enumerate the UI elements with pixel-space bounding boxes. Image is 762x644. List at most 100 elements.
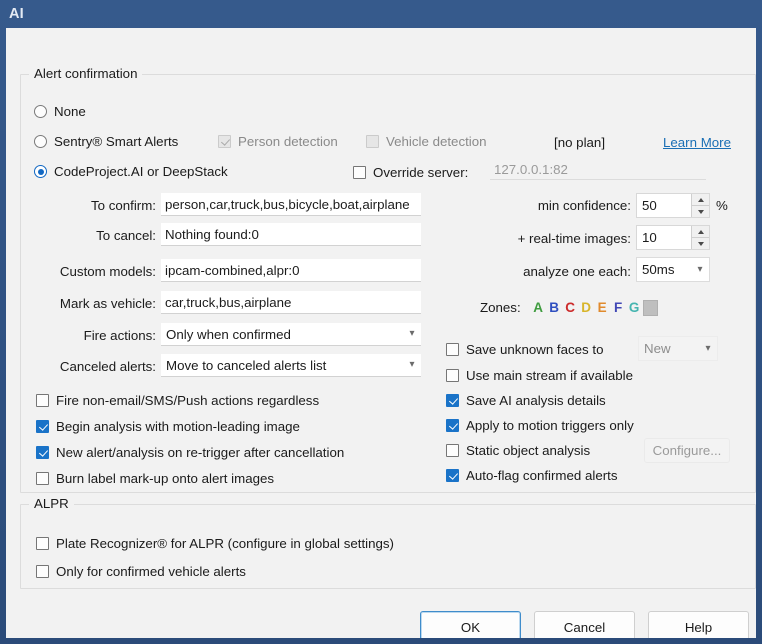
radio-sentry-smart-alerts[interactable]: Sentry® Smart Alerts	[34, 134, 178, 149]
ai-settings-window: AI Alert confirmation None Sentry® Smart…	[0, 0, 762, 644]
checkbox-fire-non-email-actions[interactable]: Fire non-email/SMS/Push actions regardle…	[36, 393, 319, 408]
zones-label: Zones:	[480, 300, 521, 315]
checkbox-plate-recognizer-label: Plate Recognizer® for ALPR (configure in…	[56, 536, 394, 551]
checkbox-vehicle-detection-box	[366, 135, 379, 148]
checkbox-apply-motion-triggers-only[interactable]: Apply to motion triggers only	[446, 418, 634, 433]
radio-codeproject-label: CodeProject.AI or DeepStack	[54, 164, 228, 179]
canceled-alerts-select[interactable]: Move to canceled alerts list ▾	[161, 354, 421, 377]
faces-folder-value: New	[644, 341, 671, 356]
caret-up-icon	[697, 197, 704, 202]
caret-down-icon	[697, 241, 704, 246]
faces-folder-select[interactable]: New ▾	[638, 336, 718, 361]
custom-models-label: Custom models:	[59, 264, 156, 279]
checkbox-plate-recognizer-box	[36, 537, 49, 550]
checkbox-burn-label-markup-box	[36, 472, 49, 485]
override-server-input[interactable]: 127.0.0.1:82	[490, 159, 706, 180]
checkbox-override-server-label: Override server:	[373, 165, 469, 180]
min-confidence-label: min confidence:	[537, 198, 631, 213]
alert-confirmation-legend: Alert confirmation	[29, 66, 143, 81]
zone-c[interactable]: C	[563, 299, 578, 316]
canceled-alerts-label: Canceled alerts:	[59, 359, 156, 374]
checkbox-new-alert-on-retrigger[interactable]: New alert/analysis on re-trigger after c…	[36, 445, 344, 460]
checkbox-static-object-analysis[interactable]: Static object analysis	[446, 443, 590, 458]
configure-button[interactable]: Configure...	[644, 438, 730, 463]
min-confidence-increment[interactable]	[692, 194, 709, 205]
zone-g[interactable]: G	[627, 299, 642, 316]
checkbox-save-unknown-faces[interactable]: Save unknown faces to	[446, 342, 604, 357]
checkbox-save-ai-analysis-details[interactable]: Save AI analysis details	[446, 393, 606, 408]
fire-actions-label: Fire actions:	[83, 328, 156, 343]
realtime-images-label: + real-time images:	[517, 231, 631, 246]
zone-f[interactable]: F	[611, 299, 626, 316]
caret-up-icon	[697, 229, 704, 234]
caret-down-icon	[697, 209, 704, 214]
chevron-down-icon: ▾	[409, 359, 415, 370]
checkbox-plate-recognizer[interactable]: Plate Recognizer® for ALPR (configure in…	[36, 536, 394, 551]
checkbox-burn-label-markup[interactable]: Burn label mark-up onto alert images	[36, 471, 274, 486]
fire-actions-value: Only when confirmed	[166, 326, 291, 342]
zone-a[interactable]: A	[531, 299, 546, 316]
checkbox-use-main-stream[interactable]: Use main stream if available	[446, 368, 633, 383]
zone-e[interactable]: E	[595, 299, 610, 316]
radio-none[interactable]: None	[34, 104, 86, 119]
custom-models-input[interactable]: ipcam-combined,alpr:0	[161, 259, 421, 282]
checkbox-begin-analysis-motion-leading-box	[36, 420, 49, 433]
analyze-each-label: analyze one each:	[523, 264, 631, 279]
window-titlebar: AI	[0, 0, 762, 28]
checkbox-apply-motion-triggers-only-label: Apply to motion triggers only	[466, 418, 634, 433]
realtime-images-decrement[interactable]	[692, 237, 709, 249]
checkbox-new-alert-on-retrigger-label: New alert/analysis on re-trigger after c…	[56, 445, 345, 460]
checkbox-only-confirmed-vehicle-alerts[interactable]: Only for confirmed vehicle alerts	[36, 564, 246, 579]
radio-codeproject-indicator	[34, 165, 47, 178]
radio-sentry-label: Sentry® Smart Alerts	[54, 134, 179, 149]
checkbox-person-detection-label: Person detection	[238, 134, 338, 149]
checkbox-person-detection-box	[218, 135, 231, 148]
zone-empty-slot[interactable]	[642, 299, 658, 316]
checkbox-begin-analysis-motion-leading-label: Begin analysis with motion-leading image	[56, 419, 300, 434]
radio-codeproject-ai[interactable]: CodeProject.AI or DeepStack	[34, 164, 228, 179]
realtime-images-increment[interactable]	[692, 226, 709, 237]
to-cancel-input[interactable]: Nothing found:0	[161, 223, 421, 246]
analyze-each-value: 50ms	[642, 262, 675, 277]
cancel-button[interactable]: Cancel	[534, 611, 635, 638]
checkbox-fire-non-email-actions-label: Fire non-email/SMS/Push actions regardle…	[56, 393, 320, 408]
realtime-images-spin-buttons[interactable]	[691, 226, 709, 249]
radio-none-label: None	[54, 104, 86, 119]
zone-b[interactable]: B	[547, 299, 562, 316]
checkbox-override-server[interactable]: Override server:	[353, 165, 468, 180]
mark-as-vehicle-input[interactable]: car,truck,bus,airplane	[161, 291, 421, 314]
checkbox-override-server-box	[353, 166, 366, 179]
analyze-each-select[interactable]: 50ms ▾	[636, 257, 710, 282]
checkbox-vehicle-detection-label: Vehicle detection	[386, 134, 487, 149]
checkbox-save-unknown-faces-label: Save unknown faces to	[466, 342, 604, 357]
fire-actions-select[interactable]: Only when confirmed ▾	[161, 323, 421, 346]
checkbox-save-ai-analysis-details-label: Save AI analysis details	[466, 393, 606, 408]
checkbox-auto-flag-confirmed-alerts-label: Auto-flag confirmed alerts	[466, 468, 618, 483]
radio-none-indicator	[34, 105, 47, 118]
dialog-client-area: Alert confirmation None Sentry® Smart Al…	[6, 28, 756, 638]
plan-status-label: [no plan]	[554, 135, 606, 150]
realtime-images-value: 10	[642, 230, 657, 245]
zones-row: Zones: A B C D E F G	[480, 299, 658, 316]
checkbox-person-detection: Person detection	[218, 134, 338, 149]
checkbox-auto-flag-confirmed-alerts-box	[446, 469, 459, 482]
learn-more-link[interactable]: Learn More	[663, 135, 731, 150]
min-confidence-suffix: %	[716, 198, 728, 213]
min-confidence-spin-buttons[interactable]	[691, 194, 709, 217]
min-confidence-decrement[interactable]	[692, 205, 709, 217]
to-confirm-label: To confirm:	[90, 198, 156, 213]
checkbox-only-confirmed-vehicle-alerts-box	[36, 565, 49, 578]
realtime-images-stepper[interactable]: 10	[636, 225, 710, 250]
ok-button[interactable]: OK	[420, 611, 521, 638]
min-confidence-stepper[interactable]: 50	[636, 193, 710, 218]
checkbox-new-alert-on-retrigger-box	[36, 446, 49, 459]
checkbox-begin-analysis-motion-leading[interactable]: Begin analysis with motion-leading image	[36, 419, 300, 434]
zone-d[interactable]: D	[579, 299, 594, 316]
radio-sentry-indicator	[34, 135, 47, 148]
canceled-alerts-value: Move to canceled alerts list	[166, 357, 327, 373]
chevron-down-icon: ▾	[705, 342, 711, 354]
checkbox-auto-flag-confirmed-alerts[interactable]: Auto-flag confirmed alerts	[446, 468, 618, 483]
to-confirm-input[interactable]: person,car,truck,bus,bicycle,boat,airpla…	[161, 193, 421, 216]
min-confidence-value: 50	[642, 198, 657, 213]
help-button[interactable]: Help	[648, 611, 749, 638]
